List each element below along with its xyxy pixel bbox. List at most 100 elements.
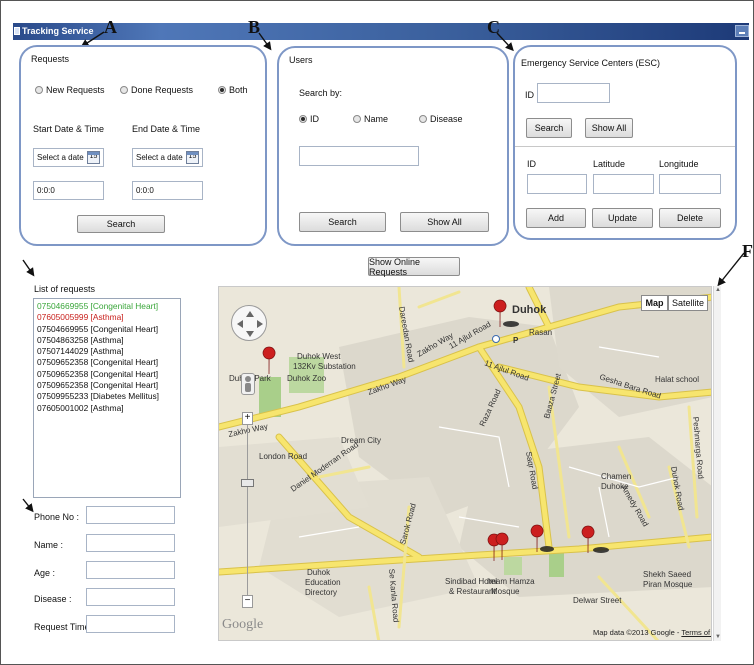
request-time-field[interactable] <box>86 615 175 633</box>
radio-name-dot <box>353 115 361 123</box>
map-scrollbar[interactable]: ▲ ▼ <box>713 286 721 641</box>
map-label-dream-city: Dream City <box>341 436 381 445</box>
calendar-icon[interactable]: 15 <box>186 151 199 164</box>
radio-new-dot <box>35 86 43 94</box>
map-label-halat-school: Halat school <box>655 375 699 384</box>
street-view-icon[interactable] <box>241 373 255 395</box>
start-date-value: Select a date <box>37 153 84 162</box>
users-search-input[interactable] <box>299 146 419 166</box>
map-label-duhok-zoo: Duhok Zoo <box>287 374 327 383</box>
map-label-duhok: Duhok <box>512 304 547 316</box>
request-list-item[interactable]: 07605005999 [Asthma] <box>37 312 177 323</box>
radio-both-label: Both <box>229 85 248 95</box>
pegman-icon <box>245 376 251 392</box>
start-date-label: Start Date & Time <box>33 124 105 134</box>
esc-show-all-button[interactable]: Show All <box>585 118 633 138</box>
pan-arrows-icon <box>237 311 263 337</box>
disease-label: Disease : <box>34 594 72 604</box>
calendar-day: 15 <box>188 153 197 160</box>
map-label-substation: 132Kv Substation <box>293 362 356 371</box>
requests-list[interactable]: 07504669955 [Congenital Heart] 0760500599… <box>33 298 181 498</box>
radio-done-requests[interactable]: Done Requests <box>120 85 193 95</box>
zoom-slider-handle[interactable] <box>241 479 254 487</box>
requests-search-button[interactable]: Search <box>77 215 165 233</box>
map-label-delwar: Delwar Street <box>573 596 622 605</box>
esc-longitude-field[interactable] <box>659 174 721 194</box>
google-logo: Google <box>222 617 264 632</box>
scroll-up-arrow-icon[interactable]: ▲ <box>715 287 721 293</box>
esc-panel: Emergency Service Centers (ESC) ID Searc… <box>513 45 737 240</box>
list-title: List of requests <box>34 284 96 294</box>
esc-col-longitude: Longitude <box>659 159 699 169</box>
age-field[interactable] <box>86 561 175 579</box>
radio-done-dot <box>120 86 128 94</box>
search-by-label: Search by: <box>299 88 343 98</box>
phone-field[interactable] <box>86 506 175 524</box>
esc-latitude-field[interactable] <box>593 174 654 194</box>
request-list-item[interactable]: 07509652358 [Congenital Heart] <box>37 369 177 380</box>
name-field[interactable] <box>86 534 175 552</box>
request-list-item[interactable]: 07504863258 [Asthma] <box>37 335 177 346</box>
map-label-education-1: Duhok <box>307 568 331 577</box>
request-list-item[interactable]: 07605001002 [Asthma] <box>37 403 177 414</box>
zoom-track[interactable] <box>247 425 248 595</box>
request-list-item[interactable]: 07504669955 [Congenital Heart] <box>37 324 177 335</box>
map-type-satellite-button[interactable]: Satellite <box>668 295 708 311</box>
age-label: Age : <box>34 568 56 578</box>
end-date-picker[interactable]: Select a date 15 <box>132 148 203 167</box>
disease-field[interactable] <box>86 588 175 606</box>
request-list-item[interactable]: 07509652358 [Congenital Heart] <box>37 380 177 391</box>
users-panel-title: Users <box>289 55 313 65</box>
map-label-imam-hamza: Imam Hamza <box>487 577 535 586</box>
request-list-item[interactable]: 07509955233 [Diabetes Mellitus] <box>37 391 177 402</box>
radio-both[interactable]: Both <box>218 85 248 95</box>
esc-id-field[interactable] <box>527 174 587 194</box>
calendar-icon[interactable]: 15 <box>87 151 100 164</box>
map-view[interactable]: Duhok P Rasan Duhok West 132Kv Substatio… <box>218 286 712 641</box>
zoom-out-button[interactable]: − <box>242 595 253 608</box>
zoom-in-button[interactable]: + <box>242 412 253 425</box>
users-search-button[interactable]: Search <box>299 212 386 232</box>
app-window: Tracking Service A B C F Requests New Re… <box>0 0 754 665</box>
radio-id-label: ID <box>310 114 319 124</box>
map-label-sheikh-2: Piran Mosque <box>643 580 693 589</box>
end-date-value: Select a date <box>136 153 183 162</box>
esc-panel-title: Emergency Service Centers (ESC) <box>521 58 661 68</box>
esc-add-button[interactable]: Add <box>526 208 586 228</box>
radio-id-dot <box>299 115 307 123</box>
map-label-chamen: Chamen <box>601 472 631 481</box>
phone-label: Phone No : <box>34 512 80 522</box>
show-online-requests-button[interactable]: Show Online Requests <box>368 257 460 277</box>
map-label-london-road: London Road <box>259 452 307 461</box>
users-panel: Users Search by: ID Name Disease Search … <box>277 46 509 246</box>
radio-disease-label: Disease <box>430 114 463 124</box>
start-time-field[interactable]: 0:0:0 <box>33 181 104 200</box>
esc-id-input[interactable] <box>537 83 610 103</box>
scroll-down-arrow-icon[interactable]: ▼ <box>715 634 721 640</box>
radio-name[interactable]: Name <box>353 114 388 124</box>
requests-panel: Requests New Requests Done Requests Both… <box>19 45 267 246</box>
map-label-mosque: Mosque <box>491 587 520 596</box>
request-list-item[interactable]: 07509652358 [Congenital Heart] <box>37 357 177 368</box>
radio-id[interactable]: ID <box>299 114 319 124</box>
esc-delete-button[interactable]: Delete <box>659 208 721 228</box>
map-label-restaurant: & Restaurant <box>449 587 496 596</box>
map-label-p: P <box>513 336 519 345</box>
requests-panel-title: Requests <box>31 54 70 64</box>
end-time-field[interactable]: 0:0:0 <box>132 181 203 200</box>
request-list-item[interactable]: 07507144029 [Asthma] <box>37 346 177 357</box>
users-show-all-button[interactable]: Show All <box>400 212 489 232</box>
radio-new-requests[interactable]: New Requests <box>35 85 105 95</box>
radio-disease[interactable]: Disease <box>419 114 463 124</box>
pan-control[interactable] <box>231 305 267 341</box>
esc-update-button[interactable]: Update <box>592 208 653 228</box>
map-label-education-2: Education <box>305 578 341 587</box>
map-type-map-button[interactable]: Map <box>641 295 668 311</box>
start-date-picker[interactable]: Select a date 15 <box>33 148 104 167</box>
esc-search-button[interactable]: Search <box>526 118 572 138</box>
radio-new-label: New Requests <box>46 85 105 95</box>
attribution-text: Map data ©2013 Google - <box>593 628 682 637</box>
request-list-item[interactable]: 07504669955 [Congenital Heart] <box>37 301 177 312</box>
esc-col-id: ID <box>527 159 536 169</box>
terms-link[interactable]: Terms of Use <box>681 628 711 637</box>
